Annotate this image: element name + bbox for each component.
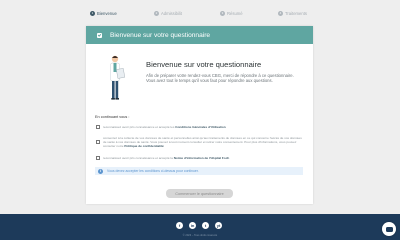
step-label: Traitements: [285, 10, 307, 16]
hero-title: Bienvenue sur votre questionnaire: [146, 60, 262, 69]
hero-description-2: Vous avez tout le temps qu'il vous faut …: [146, 78, 273, 84]
info-alert: i Vous devez accepter les conditions ci-…: [95, 167, 303, 175]
step-resume[interactable]: 3 Résumé: [220, 9, 243, 17]
progress-stepper: 1 Bienvenue 2 Admissibilit 3 Résumé 4 Tr…: [90, 9, 310, 17]
footer: f in t yt © 2023 – Tous droits réservés: [0, 214, 400, 240]
copyright: © 2023 – Tous droits réservés: [182, 234, 218, 237]
notice-link[interactable]: Notice d'information de l'Hôpital Foch: [174, 156, 230, 160]
step-label: Résumé: [227, 10, 243, 16]
step-number: 1: [90, 10, 95, 16]
consent-checkbox-data[interactable]: consentez à la collecte de vos données d…: [96, 136, 306, 148]
doctor-illustration-icon: [110, 55, 126, 100]
linkedin-icon[interactable]: in: [189, 222, 196, 229]
start-questionnaire-button[interactable]: Commencer le questionnaire: [166, 189, 233, 198]
consent-checkbox-notice[interactable]: reconnaissez avoir pris connaissance et …: [96, 156, 306, 161]
step-number: 3: [220, 10, 225, 16]
consent-checkbox-cgu[interactable]: reconnaissez avoir pris connaissance et …: [96, 125, 306, 130]
consent-text: consentez à la collecte de vos données d…: [103, 136, 302, 148]
step-admissibilite[interactable]: 2 Admissibilit: [154, 9, 182, 17]
card-header-title: Bienvenue sur votre questionnaire: [110, 31, 211, 39]
card-header: Bienvenue sur votre questionnaire: [86, 26, 313, 44]
consent-text: reconnaissez avoir pris connaissance et …: [103, 125, 226, 129]
twitter-icon[interactable]: t: [202, 222, 209, 229]
hero-text: Bienvenue sur votre questionnaire Afin d…: [146, 60, 301, 84]
checkbox[interactable]: [96, 156, 100, 161]
check-icon: [97, 32, 102, 38]
step-label: Bienvenue: [97, 10, 117, 16]
youtube-icon[interactable]: yt: [215, 222, 222, 229]
info-text: Vous devez accepter les conditions ci-de…: [107, 169, 199, 173]
chat-bubble-icon[interactable]: [382, 222, 396, 236]
social-links: f in t yt: [176, 222, 228, 229]
step-number: 2: [154, 10, 159, 16]
cgu-link[interactable]: Conditions Générales d'Utilisation: [175, 125, 225, 129]
step-bienvenue[interactable]: 1 Bienvenue: [90, 9, 117, 17]
checkbox[interactable]: [96, 125, 100, 130]
privacy-policy-link[interactable]: Politique de confidentialité: [124, 144, 163, 148]
consent-intro: En continuant vous :: [95, 115, 130, 119]
checkbox[interactable]: [96, 140, 100, 144]
step-traitements[interactable]: 4 Traitements: [278, 9, 307, 17]
step-label: Admissibilit: [161, 10, 182, 16]
facebook-icon[interactable]: f: [176, 222, 183, 229]
welcome-card: Bienvenue sur votre questionnaire Bienve…: [86, 26, 313, 204]
step-number: 4: [278, 10, 283, 16]
consent-text: reconnaissez avoir pris connaissance et …: [103, 156, 230, 160]
info-icon: i: [98, 168, 103, 174]
